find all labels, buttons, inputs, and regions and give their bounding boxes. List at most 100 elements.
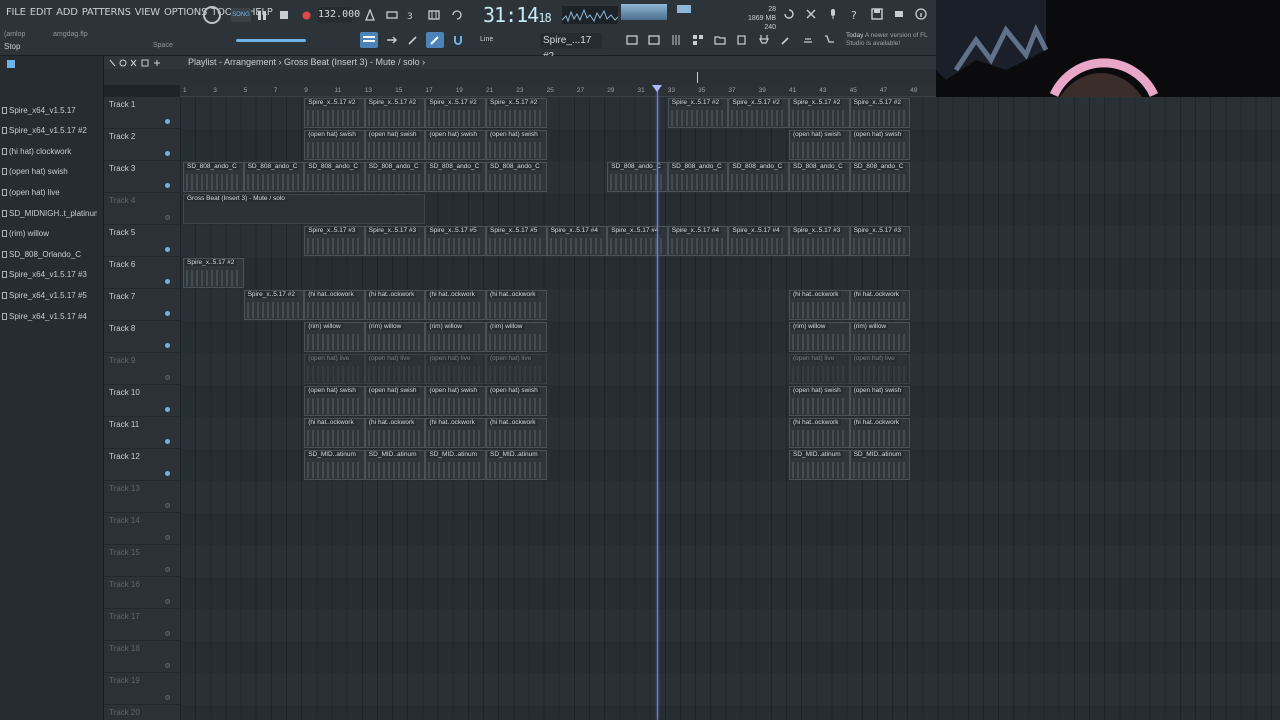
track-header[interactable]: Track 6 [104,257,180,289]
pattern-clip[interactable]: Spire_x..5.17 #4 [728,226,789,256]
master-volume-knob[interactable] [203,6,221,24]
pattern-clip[interactable]: Spire_x..5.17 #2 [486,98,547,128]
pattern-clip[interactable]: (open hat) live [486,354,547,384]
plugin-button[interactable] [891,6,907,22]
pattern-clip[interactable]: (open hat) live [364,354,426,384]
playlist-tools-icons[interactable] [108,58,168,68]
browser-item[interactable]: Spire_x64_v1.5.17 #5 [2,286,97,304]
browser-item[interactable]: (hi hat) clockwork [2,142,97,160]
pattern-clip[interactable]: (hi hat..ockwork [364,290,426,320]
track-mute-indicator[interactable] [165,407,170,412]
track-mute-indicator[interactable] [165,311,170,316]
pattern-clip[interactable]: Spire_x..5.17 #2 [728,98,789,128]
channel-rack-button[interactable] [624,32,640,48]
browser-button[interactable] [712,32,728,48]
pattern-clip[interactable]: (rim) willow [789,322,850,352]
cloud-button[interactable] [800,32,816,48]
record-button[interactable] [300,8,312,22]
menu-view[interactable]: VIEW [135,7,160,18]
playlist-overview[interactable] [104,69,936,85]
browser-item[interactable]: Spire_x64_v1.5.17 [2,101,97,119]
track-header[interactable]: Track 10 [104,385,180,417]
pattern-clip[interactable]: (open hat) swish [789,130,850,160]
pattern-clip[interactable]: SD_808_ando_C [728,162,789,192]
pattern-clip[interactable]: SD_MID..atinum [425,450,486,480]
pattern-clip[interactable]: Spire_x..5.17 #4 [667,226,729,256]
pattern-clip[interactable]: Spire_x..5.17 #2 [183,258,244,288]
track-header[interactable]: Track 2 [104,129,180,161]
pattern-clip[interactable]: SD_808_ando_C [364,162,426,192]
pattern-clip[interactable]: Spire_x..5.17 #2 [425,98,486,128]
track-mute-indicator[interactable] [165,247,170,252]
pattern-clip[interactable]: Spire_x..5.17 #3 [364,226,426,256]
track-mute-indicator[interactable] [165,695,170,700]
pattern-clip[interactable]: (open hat) swish [486,386,547,416]
pattern-clip[interactable]: Spire_x..5.17 #2 [789,98,850,128]
pattern-clip[interactable]: (hi hat..ockwork [304,418,365,448]
track-header[interactable]: Track 16 [104,577,180,609]
browser-item[interactable]: Spire_x64_v1.5.17 #2 [2,122,97,140]
track-header[interactable]: Track 11 [104,417,180,449]
track-mute-indicator[interactable] [165,567,170,572]
track-mute-indicator[interactable] [165,183,170,188]
pattern-clip[interactable]: (open hat) swish [849,130,911,160]
pattern-clip[interactable]: SD_808_ando_C [789,162,850,192]
draw-tool-button[interactable] [405,32,421,48]
mic-button[interactable] [825,6,841,22]
menu-file[interactable]: FILE [6,7,26,18]
pattern-clip[interactable]: SD_808_ando_C [183,162,244,192]
track-mute-indicator[interactable] [165,599,170,604]
pattern-clip[interactable]: (rim) willow [849,322,911,352]
tempo-display[interactable]: 132.000 [318,7,360,23]
track-header[interactable]: Track 7 [104,289,180,321]
track-header[interactable]: Track 8 [104,321,180,353]
pattern-clip[interactable]: Spire_x..5.17 #3 [849,226,911,256]
loop-marker[interactable] [697,72,698,83]
countdown-button[interactable]: 3 [405,7,421,23]
pattern-clip[interactable]: (open hat) swish [789,386,850,416]
pattern-clip[interactable]: (open hat) live [789,354,850,384]
pattern-clip[interactable]: SD_808_ando_C [607,162,668,192]
track-mute-indicator[interactable] [165,375,170,380]
pattern-clip[interactable]: (hi hat..ockwork [849,290,911,320]
pattern-clip[interactable]: SD_MID..atinum [789,450,850,480]
wait-input-button[interactable] [384,7,400,23]
pattern-clip[interactable]: SD_MID..atinum [486,450,547,480]
plug-manager-button[interactable] [756,32,772,48]
save-button[interactable] [869,6,885,22]
pattern-clip[interactable]: Spire_x..5.17 #2 [364,98,426,128]
automation-clip[interactable]: Gross Beat (Insert 3) - Mute / solo [183,194,426,224]
playlist-breadcrumb[interactable]: Playlist - Arrangement › Gross Beat (Ins… [188,57,425,67]
pattern-clip[interactable]: (hi hat..ockwork [425,290,486,320]
track-header[interactable]: Track 4 [104,193,180,225]
pattern-clip[interactable]: SD_808_ando_C [667,162,729,192]
pattern-clip[interactable]: (open hat) swish [425,386,486,416]
browser-item[interactable]: Spire_x64_v1.5.17 #3 [2,266,97,284]
pattern-clip[interactable]: Spire_x..5.17 #3 [304,226,365,256]
pattern-clip[interactable]: (rim) willow [364,322,426,352]
pattern-clip[interactable]: (open hat) live [304,354,365,384]
master-pitch-slider[interactable] [236,39,306,42]
blend-notes-button[interactable] [426,7,442,23]
pattern-clip[interactable]: (hi hat..ockwork [849,418,911,448]
pause-button[interactable] [256,8,268,22]
track-header[interactable]: Track 19 [104,673,180,705]
snap-selector[interactable]: Line [480,36,493,43]
pattern-clip[interactable]: (open hat) swish [364,130,426,160]
browser-item[interactable]: (open hat) live [2,183,97,201]
browser-item[interactable]: SD_808_Orlando_C [2,245,97,263]
pattern-clip[interactable]: Spire_x..5.17 #3 [789,226,850,256]
undo-history-button[interactable] [781,6,797,22]
track-mute-indicator[interactable] [165,151,170,156]
track-header[interactable]: Track 3 [104,161,180,193]
magnet-button[interactable] [450,32,466,48]
pattern-clip[interactable]: Spire_x..5.17 #2 [304,98,365,128]
track-mute-indicator[interactable] [165,471,170,476]
plugin-picker-button[interactable] [690,32,706,48]
browser-item[interactable]: SD_MIDNIGH..t_platinum [2,204,97,222]
song-mode-toggle[interactable]: SONG [231,8,251,22]
menu-options[interactable]: OPTIONS [164,7,207,18]
pattern-clip[interactable]: (open hat) live [849,354,911,384]
track-header[interactable]: Track 14 [104,513,180,545]
track-mute-indicator[interactable] [165,663,170,668]
